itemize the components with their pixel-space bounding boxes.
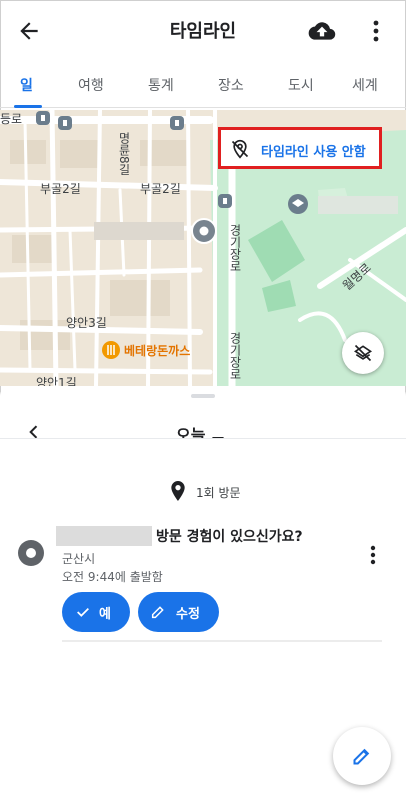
tab-insights[interactable]: 통계 — [148, 75, 174, 95]
drag-handle[interactable] — [191, 394, 215, 398]
timeline-sheet: 오늘 1회 방문 방문 경험이 있으신가요? 군산시 오전 9:44에 출발함 … — [0, 386, 406, 800]
confirm-visit-label: 예 — [99, 607, 111, 622]
app-bar: 타임라인 — [0, 0, 406, 60]
visit-question: 방문 경험이 있으신가요? — [156, 529, 303, 545]
tab-day[interactable]: 일 — [20, 75, 33, 95]
dropdown-arrow-icon[interactable] — [212, 430, 224, 444]
tab-places[interactable]: 장소 — [218, 75, 244, 95]
map-label-road: 부골2길 — [140, 182, 181, 196]
tab-indicator — [14, 105, 42, 108]
edit-fab-button[interactable] — [333, 727, 391, 785]
map-label-road: 경기장로 — [228, 332, 242, 380]
place-pin-icon — [170, 481, 186, 501]
map-label-road: 명륜8길 — [117, 132, 131, 176]
visit-city: 군산시 — [62, 552, 96, 566]
map-view[interactable]: 등로 명륜8길 부골2길 부골2길 양안3길 양안1길 베테랑돈까스 경기장로 … — [0, 110, 406, 386]
check-icon — [77, 608, 89, 617]
tab-bar: 일 여행 통계 장소 도시 세계 — [0, 64, 406, 108]
tab-cities[interactable]: 도시 — [288, 75, 314, 95]
map-label-road: 양안3길 — [66, 316, 107, 330]
visit-card: 방문 경험이 있으신가요? 군산시 오전 9:44에 출발함 예 수정 — [0, 520, 406, 642]
map-label-road: 양안1길 — [36, 376, 77, 386]
cloud-upload-icon[interactable] — [308, 18, 336, 44]
page-title: 타임라인 — [169, 21, 237, 42]
edit-pencil-icon — [353, 748, 370, 765]
map-label-road: 등로 — [0, 112, 23, 126]
tab-trips[interactable]: 여행 — [78, 75, 104, 95]
map-label-restaurant[interactable]: 베테랑돈까스 — [124, 342, 190, 359]
visit-dot-icon — [18, 540, 44, 566]
more-vert-icon[interactable] — [366, 18, 386, 44]
timeline-off-chip[interactable]: 타임라인 사용 안함 — [218, 127, 382, 169]
layers-off-icon — [353, 344, 373, 362]
timeline-off-label: 타임라인 사용 안함 — [261, 145, 366, 160]
pencil-icon — [151, 606, 164, 619]
tab-world[interactable]: 세계 — [352, 75, 378, 95]
place-name-redacted — [56, 526, 152, 546]
layers-off-button[interactable] — [342, 332, 384, 374]
visit-summary: 1회 방문 — [0, 438, 406, 520]
more-vert-icon[interactable] — [366, 544, 380, 566]
divider — [62, 640, 382, 642]
visit-departure: 오전 9:44에 출발함 — [62, 570, 163, 584]
location-off-icon — [230, 139, 250, 159]
visit-count: 1회 방문 — [196, 486, 241, 500]
map-label-road: 경기장로 — [228, 224, 242, 272]
edit-visit-button[interactable]: 수정 — [138, 592, 219, 632]
edit-visit-label: 수정 — [176, 607, 200, 622]
confirm-visit-button[interactable]: 예 — [62, 592, 130, 632]
map-label-road: 부골2길 — [40, 182, 81, 196]
